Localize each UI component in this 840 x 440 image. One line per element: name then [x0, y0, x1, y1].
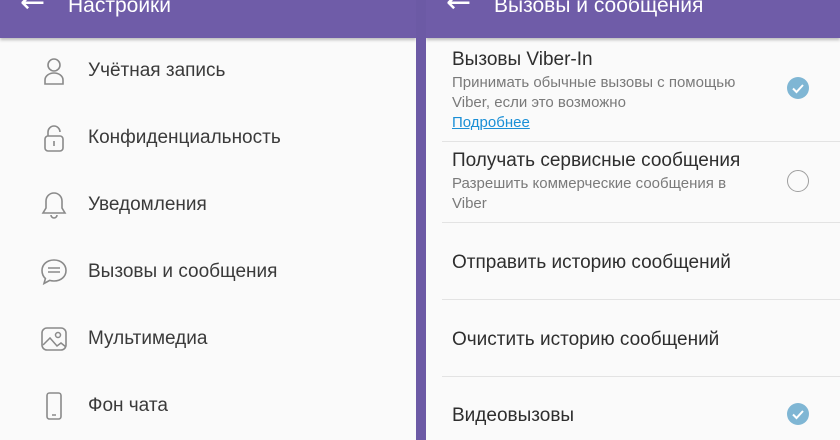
settings-title: Настройки [68, 0, 171, 17]
settings-item-privacy[interactable]: Конфиденциальность [0, 107, 416, 169]
chat-icon [41, 259, 67, 286]
settings-item-notifications[interactable]: Уведомления [0, 174, 416, 236]
settings-item-account[interactable]: Учётная запись [0, 40, 416, 102]
divider [442, 141, 840, 142]
settings-item-label: Вызовы и сообщения [88, 261, 278, 282]
settings-item-label: Мультимедиа [88, 328, 208, 349]
calls-messages-screen: ← Вызовы и сообщения Вызовы Viber-In При… [426, 0, 840, 440]
calls-messages-title: Вызовы и сообщения [494, 0, 704, 17]
settings-item-label: Учётная запись [88, 60, 226, 81]
divider [442, 376, 840, 377]
settings-item-media[interactable]: Мультимедиа [0, 308, 416, 370]
service-messages-description: Разрешить коммерческие сообщения в Viber [452, 175, 727, 212]
checkmark-icon [792, 410, 804, 420]
image-icon [41, 327, 67, 351]
divider [442, 222, 840, 223]
service-messages-setting[interactable]: Получать сервисные сообщения Разрешить к… [452, 150, 840, 214]
phone-icon [46, 392, 62, 420]
back-arrow-icon[interactable]: ← [20, 0, 45, 18]
checkmark-icon [792, 84, 804, 94]
settings-item-calls-messages[interactable]: Вызовы и сообщения [0, 241, 416, 303]
back-arrow-icon[interactable]: ← [446, 0, 471, 18]
settings-item-label: Фон чата [88, 395, 168, 416]
settings-appbar: ← Настройки [0, 0, 416, 38]
person-icon [44, 58, 64, 85]
settings-item-label: Конфиденциальность [88, 127, 281, 148]
video-calls-checkbox[interactable] [787, 403, 809, 425]
lock-icon [44, 125, 64, 152]
settings-item-label: Уведомления [88, 194, 207, 215]
video-calls-title: Видеовызовы [452, 405, 575, 426]
learn-more-link[interactable]: Подробнее [452, 113, 840, 133]
viber-in-checkbox[interactable] [787, 77, 809, 99]
viber-in-setting[interactable]: Вызовы Viber-In Принимать обычные вызовы… [452, 49, 840, 133]
service-messages-checkbox[interactable] [787, 170, 809, 192]
divider [442, 299, 840, 300]
service-messages-title: Получать сервисные сообщения [452, 150, 741, 171]
bell-icon [41, 192, 67, 219]
clear-history-action[interactable]: Очистить историю сообщений [452, 329, 719, 351]
calls-messages-appbar: ← Вызовы и сообщения [426, 0, 840, 38]
viber-in-description: Принимать обычные вызовы с помощью Viber… [452, 74, 736, 111]
settings-screen: ← Настройки Учётная запись Конфиденциаль… [0, 0, 416, 440]
settings-item-chat-background[interactable]: Фон чата [0, 375, 416, 437]
send-history-action[interactable]: Отправить историю сообщений [452, 252, 731, 274]
viber-in-title: Вызовы Viber-In [452, 49, 593, 70]
